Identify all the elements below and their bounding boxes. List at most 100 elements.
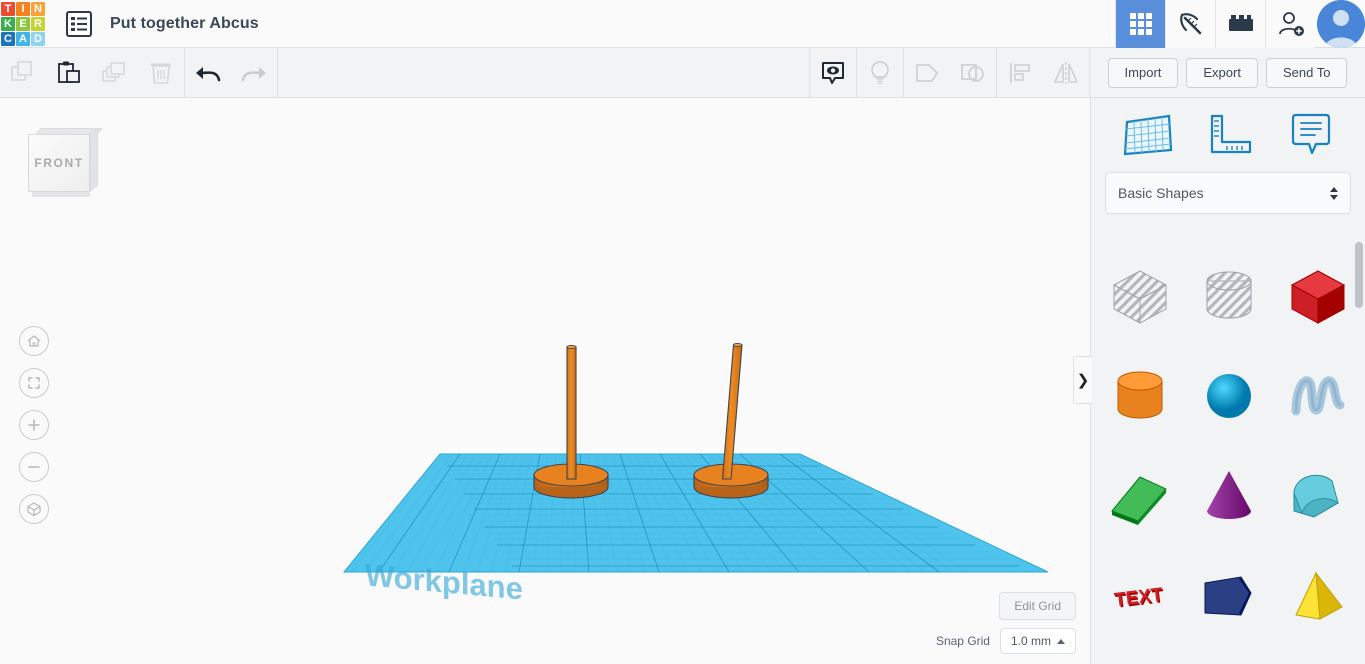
duplicate-button[interactable] <box>92 48 138 98</box>
edit-grid-button[interactable]: Edit Grid <box>999 592 1076 620</box>
home-view-button[interactable] <box>19 326 49 356</box>
apps-grid-icon <box>1129 12 1152 35</box>
note-bubble-icon <box>1291 113 1330 155</box>
mirror-flip-icon <box>1053 61 1079 84</box>
abacus-rod-left[interactable] <box>533 344 609 499</box>
view-cube-front-face[interactable]: FRONT <box>28 134 90 192</box>
shape-item-scribble[interactable] <box>1273 346 1362 446</box>
export-button[interactable]: Export <box>1186 57 1258 88</box>
send-to-button[interactable]: Send To <box>1265 57 1348 88</box>
workplane-label: Workplane <box>365 557 523 606</box>
ruler-tool-button[interactable] <box>1202 110 1258 160</box>
minecraft-button[interactable] <box>1165 0 1215 48</box>
shape-item-pyramid[interactable] <box>1273 546 1362 646</box>
fit-view-button[interactable] <box>19 368 49 398</box>
shape-library: TEXT TEXT <box>1091 238 1365 664</box>
shape-item-cylinder[interactable] <box>1095 346 1184 446</box>
document-menu-button[interactable] <box>66 10 92 37</box>
pyramid-icon <box>1294 571 1343 620</box>
shapes-scroll-thumb[interactable] <box>1355 242 1363 308</box>
shapes-panel: ❯ Basic Shapes TEXT TEXT <box>1073 98 1365 664</box>
shape-category-dropdown[interactable]: Basic Shapes <box>1105 172 1351 214</box>
lightbulb-icon <box>871 60 889 85</box>
category-dropdown-wrap: Basic Shapes <box>1091 172 1365 214</box>
shape-item-shape-row5-c[interactable] <box>1273 646 1362 664</box>
ungroup-shapes-icon <box>961 63 984 82</box>
scribble-icon <box>1291 376 1344 416</box>
ungroup-button[interactable] <box>950 48 996 98</box>
view-tools <box>809 47 1090 98</box>
logo-tile-c: C <box>1 31 15 46</box>
align-button[interactable] <box>997 48 1043 98</box>
shape-item-box-hole[interactable] <box>1095 246 1184 346</box>
duplicate-icon <box>102 61 125 82</box>
add-person-icon <box>1278 11 1304 36</box>
shape-item-text[interactable]: TEXT TEXT <box>1095 546 1184 646</box>
redo-arrow-icon <box>241 66 266 81</box>
abacus-rod-right[interactable] <box>693 342 769 499</box>
file-actions: Import Export Send To <box>1090 48 1365 98</box>
notes-tool-button[interactable] <box>1283 110 1337 160</box>
avatar[interactable] <box>1317 0 1365 48</box>
tinkercad-logo[interactable]: TIN KER CAD <box>0 0 46 47</box>
mirror-button[interactable] <box>1043 48 1089 98</box>
snap-grid-value: 1.0 mm <box>1010 634 1051 648</box>
redo-button[interactable] <box>231 48 277 98</box>
trash-icon <box>151 63 171 84</box>
shape-item-cone[interactable] <box>1184 446 1273 546</box>
copy-button[interactable] <box>0 48 46 98</box>
align-icon <box>1010 62 1030 83</box>
caret-up-icon <box>1057 638 1065 644</box>
list-menu-icon <box>71 16 87 31</box>
avatar-person-icon <box>1317 0 1365 48</box>
logo-tile-t: T <box>1 1 15 16</box>
workplane-fine-grid <box>350 454 1019 572</box>
shape-item-polygon-box[interactable] <box>1184 546 1273 646</box>
shape-item-roof[interactable] <box>1095 446 1184 546</box>
shape-category-value: Basic Shapes <box>1118 185 1204 201</box>
pickaxe-icon <box>1179 12 1201 34</box>
show-hide-button[interactable] <box>810 48 856 98</box>
zoom-out-button[interactable] <box>19 452 49 482</box>
invite-people-button[interactable] <box>1265 0 1315 48</box>
delete-button[interactable] <box>138 48 184 98</box>
note-light-button[interactable] <box>857 48 903 98</box>
collapse-panel-button[interactable]: ❯ <box>1073 356 1092 404</box>
undo-button[interactable] <box>185 48 231 98</box>
apps-grid-button[interactable] <box>1115 0 1165 48</box>
home-icon <box>27 335 41 347</box>
shape-item-shape-row5-b[interactable] <box>1184 646 1273 664</box>
view-cube-side-face[interactable] <box>90 127 98 192</box>
text-icon: TEXT TEXT <box>1113 584 1165 613</box>
ruler-icon <box>1210 114 1252 154</box>
import-button[interactable]: Import <box>1107 57 1179 88</box>
shape-item-shape-row5-a[interactable] <box>1095 646 1184 664</box>
chevron-updown-icon <box>1330 186 1338 200</box>
sphere-icon <box>1206 374 1251 418</box>
perspective-toggle-button[interactable] <box>19 494 49 524</box>
minus-icon <box>28 466 40 468</box>
shape-item-sphere[interactable] <box>1184 346 1273 446</box>
view-cube[interactable]: FRONT <box>28 127 103 200</box>
paste-icon <box>58 61 80 83</box>
shape-item-cylinder-hole[interactable] <box>1184 246 1273 346</box>
box-hole-icon <box>1112 270 1167 324</box>
3d-viewport[interactable]: FRONT Workplane Edit Grid Snap Grid 1.0 … <box>0 98 1090 664</box>
shape-item-round-roof[interactable] <box>1273 446 1362 546</box>
cone-icon <box>1206 471 1251 519</box>
logo-tile-a: A <box>16 31 30 46</box>
zoom-in-button[interactable] <box>19 410 49 440</box>
logo-tile-r: R <box>31 16 45 31</box>
tinkercad-app: TINKERCAD Put together Abcus Import Expo… <box>0 0 1365 664</box>
copy-icon <box>11 60 32 81</box>
shapes-scrollbar[interactable] <box>1355 242 1363 660</box>
paste-button[interactable] <box>46 48 92 98</box>
group-button[interactable] <box>904 48 950 98</box>
shape-item-box[interactable] <box>1273 246 1362 346</box>
lego-button[interactable] <box>1215 0 1265 48</box>
workplane-surface[interactable] <box>342 453 1049 573</box>
history-tools <box>185 48 277 98</box>
workplane-tool-button[interactable] <box>1119 110 1177 160</box>
snap-grid-select[interactable]: 1.0 mm <box>999 628 1076 654</box>
edit-toolbar <box>0 47 1090 98</box>
